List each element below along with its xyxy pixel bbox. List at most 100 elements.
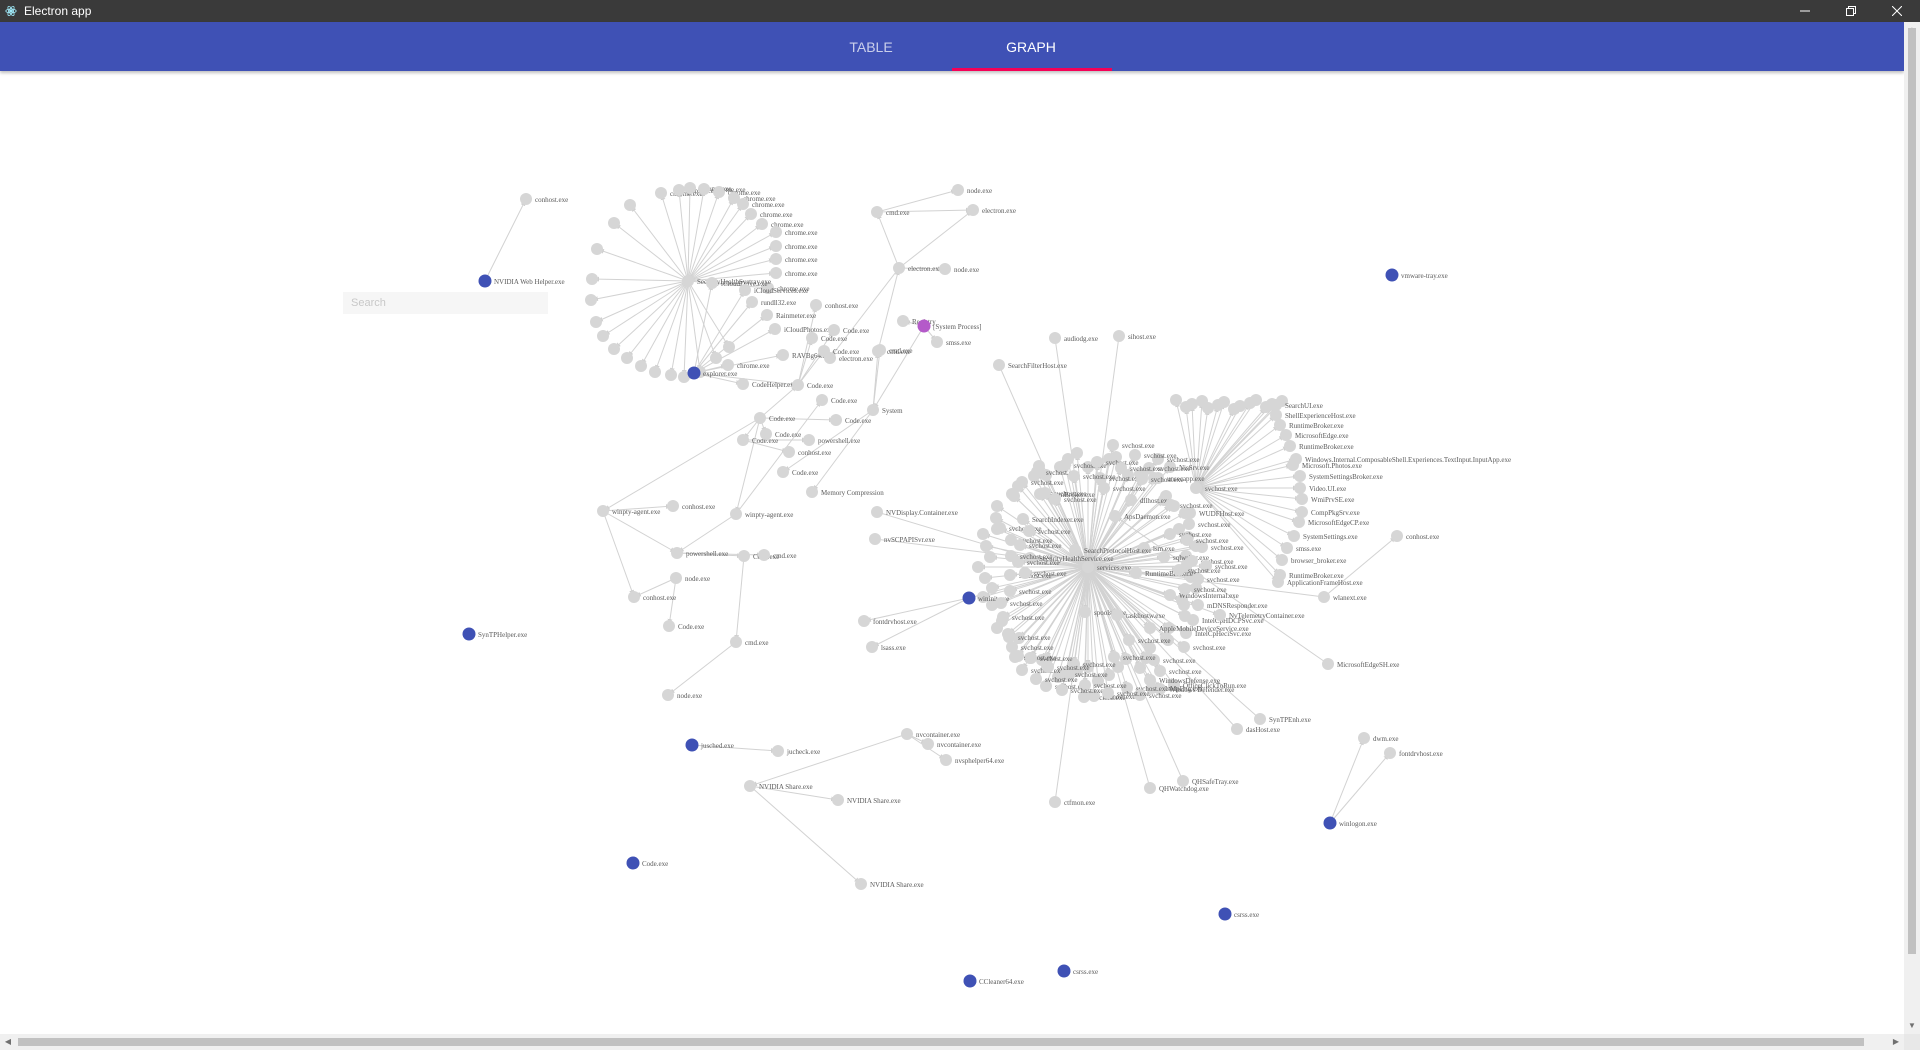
- node-dot[interactable]: [1287, 459, 1299, 471]
- node-dot[interactable]: [1017, 513, 1029, 525]
- process-node[interactable]: SynTPEnh.exe: [1254, 713, 1311, 725]
- process-node[interactable]: dwm.exe: [1358, 732, 1398, 744]
- process-node[interactable]: nvSCPAPISvr.exe: [869, 533, 935, 545]
- node-dot[interactable]: [917, 319, 931, 333]
- node-dot[interactable]: [855, 878, 867, 890]
- process-node[interactable]: WmiPrvSE.exe: [1296, 493, 1354, 505]
- node-dot[interactable]: [739, 284, 751, 296]
- node-dot[interactable]: [1391, 530, 1403, 542]
- process-node[interactable]: fontdrvhost.exe: [1384, 747, 1443, 759]
- process-node[interactable]: NVDisplay.Container.exe: [871, 506, 958, 518]
- node-dot[interactable]: [1016, 476, 1028, 488]
- node-dot[interactable]: [586, 273, 598, 285]
- process-node[interactable]: nvsphelper64.exe: [940, 754, 1004, 766]
- node-dot[interactable]: [1049, 332, 1061, 344]
- node-dot[interactable]: [997, 611, 1009, 623]
- process-node[interactable]: winpty-agent.exe: [597, 505, 660, 517]
- node-dot[interactable]: [673, 184, 685, 196]
- node-dot[interactable]: [979, 572, 991, 584]
- service-node[interactable]: [977, 528, 989, 540]
- process-node[interactable]: Rainmeter.exe: [761, 309, 816, 321]
- service-node[interactable]: [991, 500, 1003, 512]
- process-node[interactable]: SearchFilterHost.exe: [993, 359, 1067, 371]
- process-node[interactable]: chrome.exe: [722, 359, 769, 371]
- node-dot[interactable]: [1098, 482, 1110, 494]
- node-dot[interactable]: [806, 486, 818, 498]
- node-dot[interactable]: [1144, 782, 1156, 794]
- process-node[interactable]: smss.exe: [1281, 542, 1321, 554]
- process-node[interactable]: Code.exe: [737, 434, 778, 446]
- node-dot[interactable]: [1318, 591, 1330, 603]
- chrome-node[interactable]: [665, 369, 677, 381]
- root-process-node[interactable]: SynTPHelper.exe: [462, 627, 528, 641]
- chrome-node[interactable]: [590, 316, 602, 328]
- node-dot[interactable]: [830, 414, 842, 426]
- node-dot[interactable]: [597, 505, 609, 517]
- process-node[interactable]: MicrosoftEdgeCP.exe: [1293, 516, 1369, 528]
- node-dot[interactable]: [810, 299, 822, 311]
- node-dot[interactable]: [1071, 447, 1083, 459]
- node-dot[interactable]: [901, 728, 913, 740]
- node-dot[interactable]: [980, 540, 992, 552]
- process-node[interactable]: RuntimeBroker.exe: [1284, 440, 1354, 452]
- root-process-node[interactable]: vmware-tray.exe: [1385, 268, 1448, 282]
- node-dot[interactable]: [723, 341, 735, 353]
- node-dot[interactable]: [649, 366, 661, 378]
- node-dot[interactable]: [761, 309, 773, 321]
- node-dot[interactable]: [832, 794, 844, 806]
- service-node[interactable]: [984, 551, 996, 563]
- node-dot[interactable]: [635, 360, 647, 372]
- process-node[interactable]: nvcontainer.exe: [901, 728, 960, 740]
- process-node[interactable]: smss.exe: [931, 336, 971, 348]
- node-dot[interactable]: [1294, 470, 1306, 482]
- node-dot[interactable]: [1091, 456, 1103, 468]
- node-dot[interactable]: [939, 263, 951, 275]
- process-node[interactable]: SystemSettings.exe: [1288, 530, 1358, 542]
- node-dot[interactable]: [1296, 493, 1308, 505]
- node-dot[interactable]: [713, 186, 725, 198]
- node-dot[interactable]: [1111, 609, 1123, 621]
- node-dot[interactable]: [1177, 775, 1189, 787]
- node-dot[interactable]: [803, 434, 815, 446]
- node-dot[interactable]: [858, 615, 870, 627]
- node-dot[interactable]: [1281, 542, 1293, 554]
- scroll-down-icon[interactable]: ▼: [1904, 1018, 1920, 1034]
- process-node[interactable]: browser_broker.exe: [1276, 554, 1346, 566]
- node-dot[interactable]: [1107, 439, 1119, 451]
- process-node[interactable]: NVIDIA Share.exe: [855, 878, 924, 890]
- process-node[interactable]: svchost.exe: [1107, 439, 1154, 451]
- node-dot[interactable]: [871, 206, 883, 218]
- node-dot[interactable]: [756, 218, 768, 230]
- node-dot[interactable]: [1385, 268, 1399, 282]
- node-dot[interactable]: [1049, 493, 1061, 505]
- node-dot[interactable]: [655, 187, 667, 199]
- svchost-child-node[interactable]: [1250, 394, 1262, 406]
- process-node[interactable]: fontdrvhost.exe: [858, 615, 917, 627]
- node-dot[interactable]: [1164, 528, 1176, 540]
- process-node[interactable]: electron.exe: [967, 204, 1016, 216]
- node-dot[interactable]: [897, 315, 909, 327]
- node-dot[interactable]: [1154, 665, 1166, 677]
- node-dot[interactable]: [922, 738, 934, 750]
- node-dot[interactable]: [722, 359, 734, 371]
- node-dot[interactable]: [1004, 569, 1016, 581]
- node-dot[interactable]: [995, 597, 1007, 609]
- node-dot[interactable]: [687, 366, 701, 380]
- process-node[interactable]: Memory Compression: [806, 486, 884, 498]
- node-dot[interactable]: [667, 500, 679, 512]
- node-dot[interactable]: [1023, 525, 1035, 537]
- node-dot[interactable]: [1030, 673, 1042, 685]
- node-dot[interactable]: [1016, 664, 1028, 676]
- service-node[interactable]: [1134, 662, 1146, 674]
- node-dot[interactable]: [1178, 599, 1190, 611]
- service-node[interactable]: [986, 582, 998, 594]
- node-dot[interactable]: [869, 533, 881, 545]
- node-dot[interactable]: [1173, 564, 1185, 576]
- node-dot[interactable]: [770, 267, 782, 279]
- node-dot[interactable]: [626, 856, 640, 870]
- node-dot[interactable]: [590, 316, 602, 328]
- chrome-node[interactable]: chrome.exe: [770, 240, 817, 252]
- node-dot[interactable]: [792, 379, 804, 391]
- process-node[interactable]: Code.exe: [828, 324, 869, 336]
- node-dot[interactable]: [1270, 399, 1282, 411]
